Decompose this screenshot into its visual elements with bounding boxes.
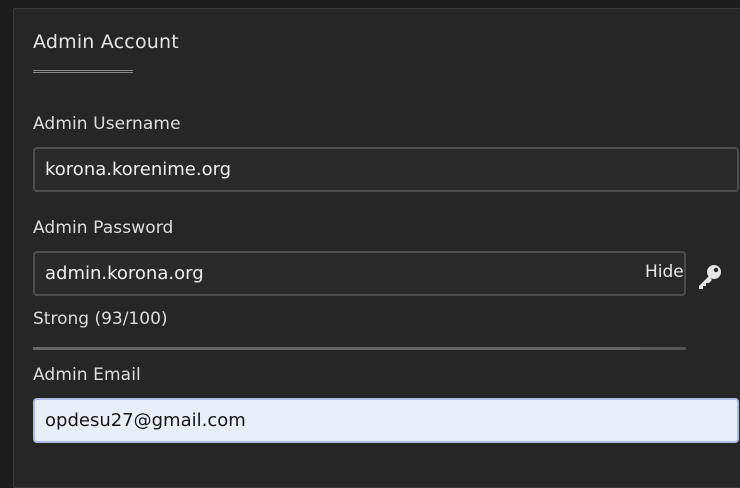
- title-underline: [33, 70, 133, 73]
- password-strength-text: Strong (93/100): [33, 309, 168, 329]
- username-input[interactable]: [33, 147, 739, 192]
- password-input[interactable]: [33, 251, 686, 296]
- username-label: Admin Username: [33, 114, 181, 134]
- key-icon[interactable]: [696, 262, 724, 290]
- admin-account-panel: Admin Account Admin Username Admin Passw…: [13, 8, 740, 488]
- email-input[interactable]: [33, 398, 739, 443]
- password-hide-toggle[interactable]: Hide: [645, 262, 684, 282]
- password-strength-bar: [33, 347, 686, 350]
- section-title: Admin Account: [33, 31, 179, 53]
- email-label: Admin Email: [33, 365, 141, 385]
- password-strength-fill: [33, 347, 641, 350]
- password-label: Admin Password: [33, 218, 174, 238]
